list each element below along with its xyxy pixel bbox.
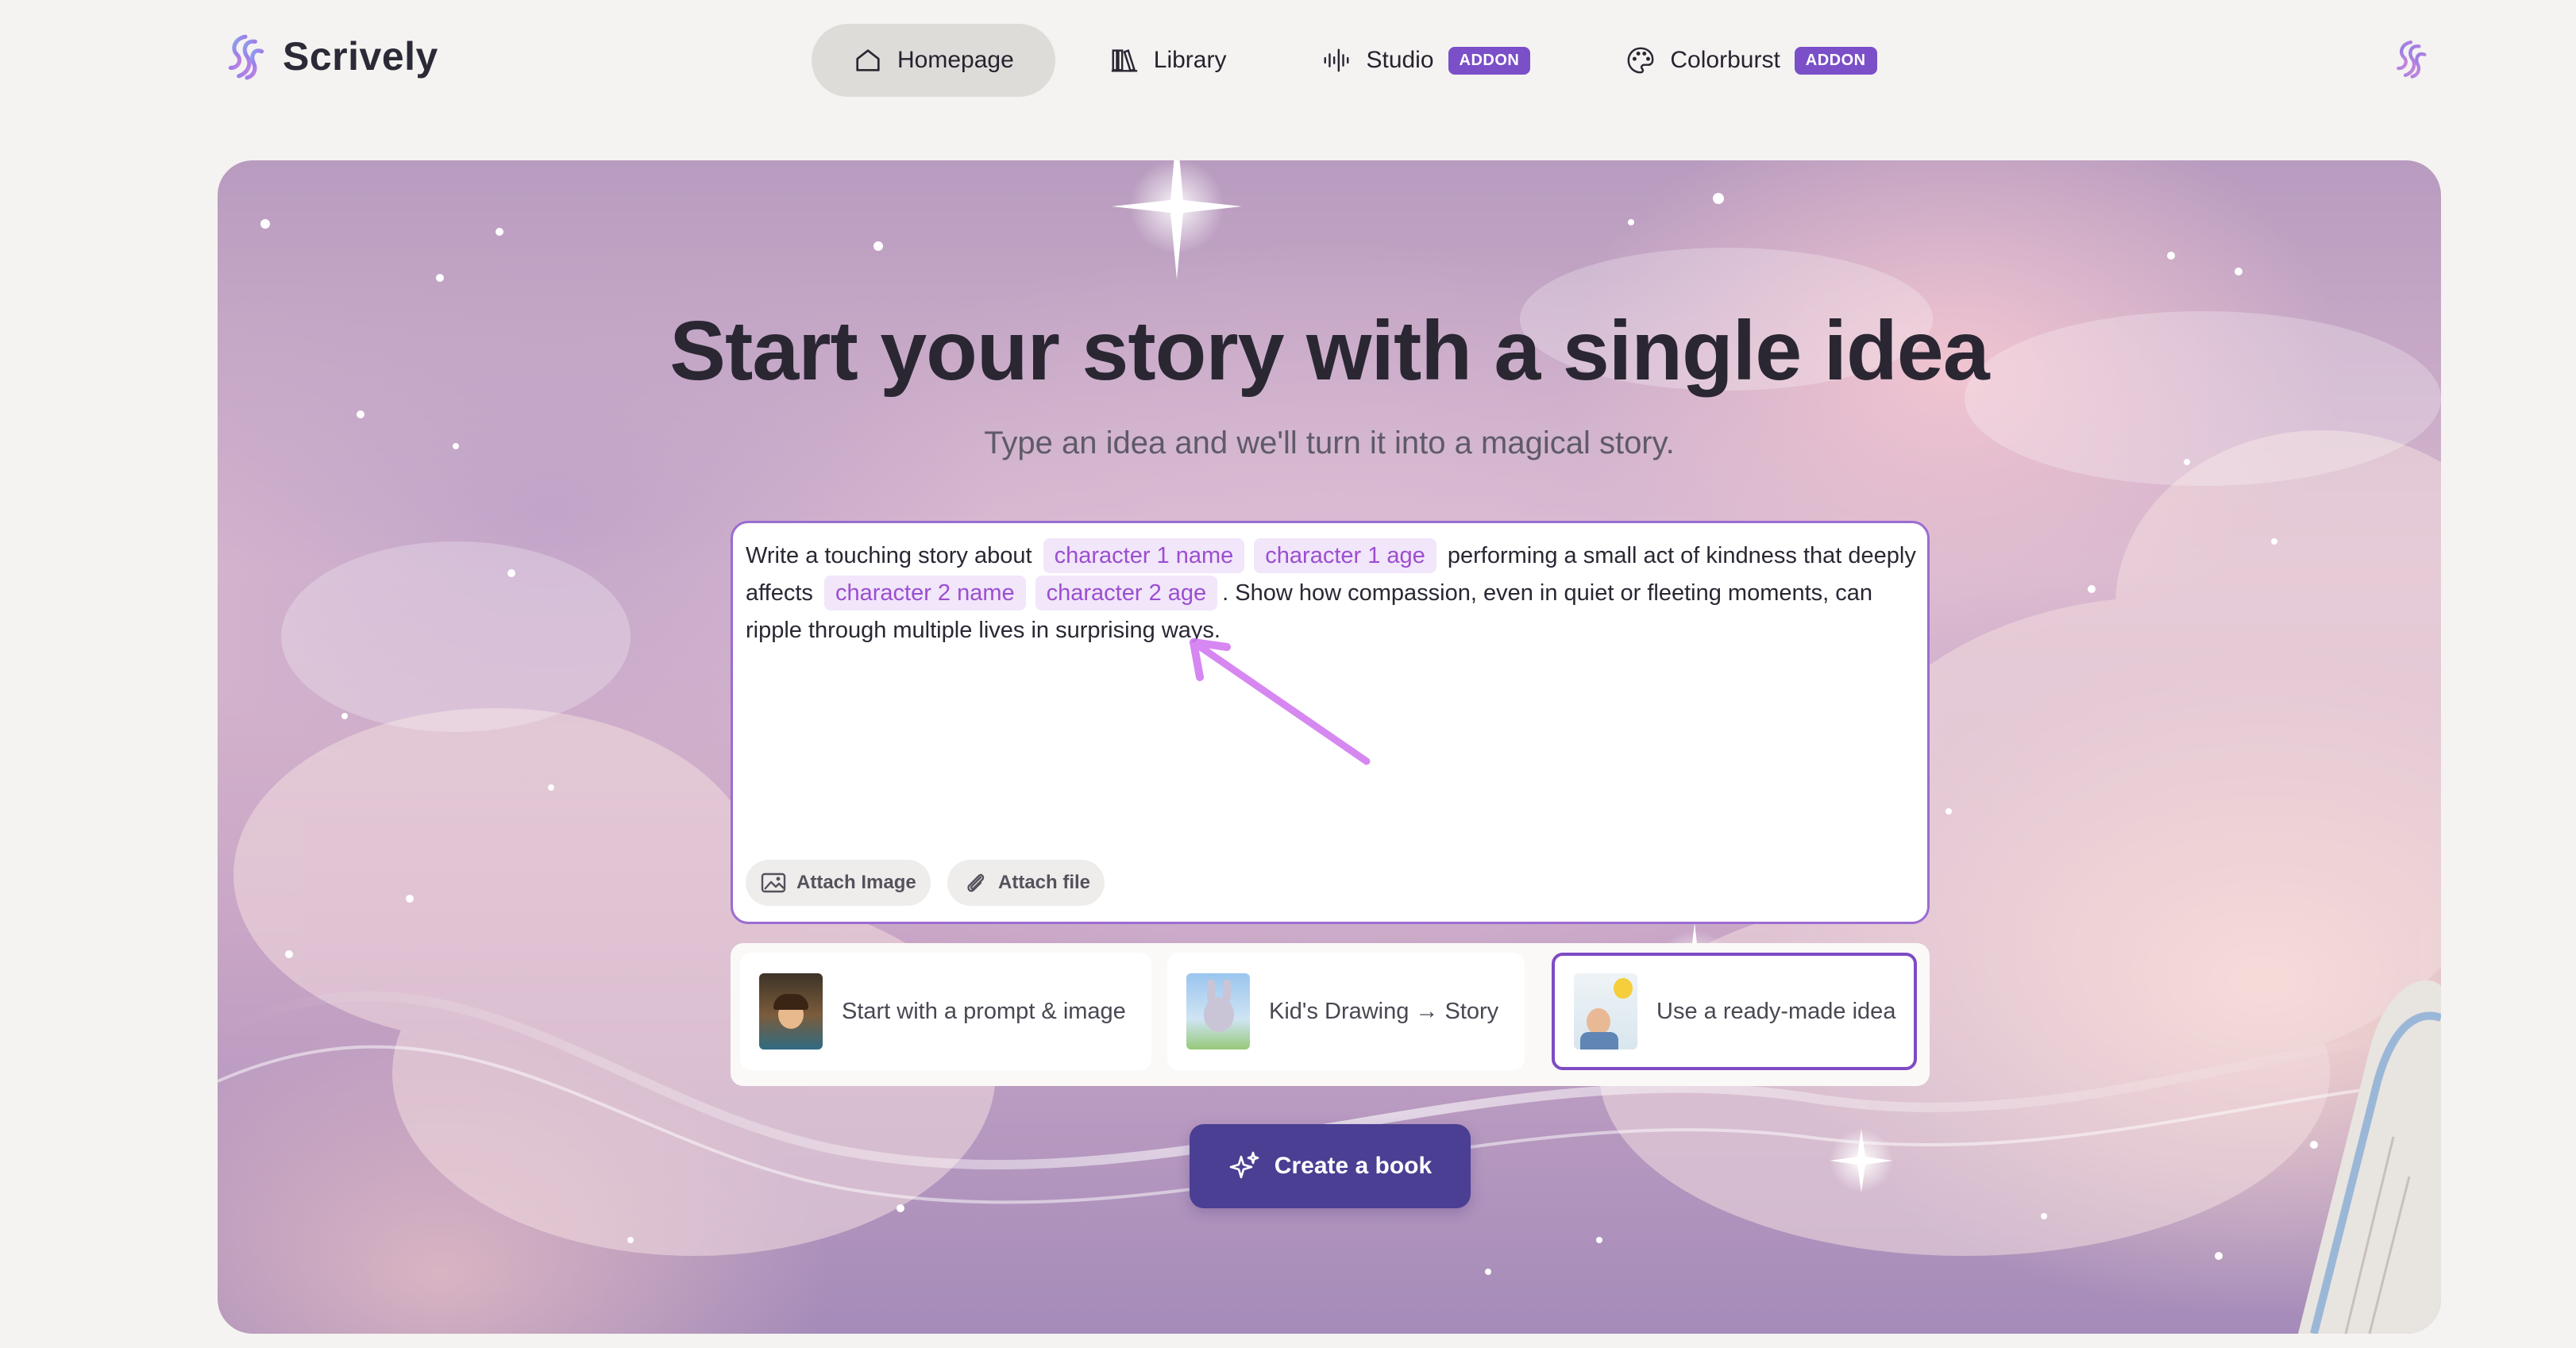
home-icon (856, 49, 880, 71)
swirl-logo-icon (228, 34, 264, 80)
placeholder-chip-character-2-age[interactable]: character 2 age (1035, 576, 1218, 610)
attach-image-label: Attach Image (796, 872, 916, 893)
paperclip-icon (967, 873, 985, 892)
nav-library[interactable]: Library (1068, 24, 1268, 97)
placeholder-chip-character-2-name[interactable]: character 2 name (823, 576, 1026, 610)
colorburst-addon-badge: ADDON (1794, 46, 1877, 75)
nav-library-label: Library (1153, 47, 1227, 73)
prompt-image-book-thumbnail (759, 973, 823, 1050)
kids-drawing-book-thumbnail (1186, 973, 1250, 1050)
attach-file-button[interactable]: Attach file (947, 860, 1105, 906)
nav-homepage-label: Homepage (897, 47, 1014, 73)
audio-wave-icon (1324, 48, 1349, 72)
ready-made-idea-book-thumbnail (1574, 973, 1637, 1050)
image-icon (761, 872, 786, 893)
sparkles-icon (1229, 1151, 1259, 1179)
palette-icon (1627, 47, 1654, 74)
brand-name: Scrively (283, 34, 438, 79)
mode-prompt-and-image[interactable]: Start with a prompt & image (740, 953, 1151, 1070)
create-book-button[interactable]: Create a book (1190, 1124, 1471, 1208)
books-icon (1111, 49, 1137, 72)
mode-kids-drawing[interactable]: Kid's Drawing → Story (1167, 953, 1525, 1070)
mode-prompt-and-image-label: Start with a prompt & image (842, 998, 1126, 1024)
top-navigation-bar: Scrively Homepage Library Studio ADDON C… (0, 0, 2576, 121)
nav-studio[interactable]: Studio ADDON (1280, 24, 1571, 97)
nav-colorburst-label: Colorburst (1670, 47, 1780, 73)
mode-kids-drawing-label: Kid's Drawing → Story (1269, 998, 1499, 1024)
placeholder-chip-character-1-age[interactable]: character 1 age (1254, 538, 1436, 573)
create-book-label: Create a book (1274, 1153, 1433, 1179)
creation-mode-selector: Start with a prompt & image Kid's Drawin… (731, 943, 1930, 1086)
hero-section: Start your story with a single idea Type… (218, 160, 2441, 1334)
nav-studio-label: Studio (1366, 47, 1434, 73)
story-prompt-textarea[interactable]: Write a touching story about character 1… (731, 521, 1930, 924)
attach-image-button[interactable]: Attach Image (746, 860, 931, 906)
attach-file-label: Attach file (998, 872, 1091, 893)
hero-subtitle: Type an idea and we'll turn it into a ma… (984, 426, 1675, 460)
swirl-logo-icon[interactable] (2390, 38, 2431, 79)
mode-ready-made-idea[interactable]: Use a ready-made idea (1552, 953, 1917, 1070)
nav-colorburst[interactable]: Colorburst ADDON (1584, 24, 1918, 97)
prompt-text-part-1: Write a touching story about (746, 543, 1039, 568)
prompt-text[interactable]: Write a touching story about character 1… (746, 537, 1921, 649)
main-nav: Homepage Library Studio ADDON Colorburst… (812, 24, 1919, 97)
studio-addon-badge: ADDON (1448, 46, 1531, 75)
placeholder-chip-character-1-name[interactable]: character 1 name (1043, 538, 1245, 573)
hero-title: Start your story with a single idea (669, 304, 1989, 398)
nav-homepage[interactable]: Homepage (812, 24, 1055, 97)
brand-logo[interactable]: Scrively (221, 32, 438, 81)
mode-ready-made-idea-label: Use a ready-made idea (1656, 998, 1896, 1024)
